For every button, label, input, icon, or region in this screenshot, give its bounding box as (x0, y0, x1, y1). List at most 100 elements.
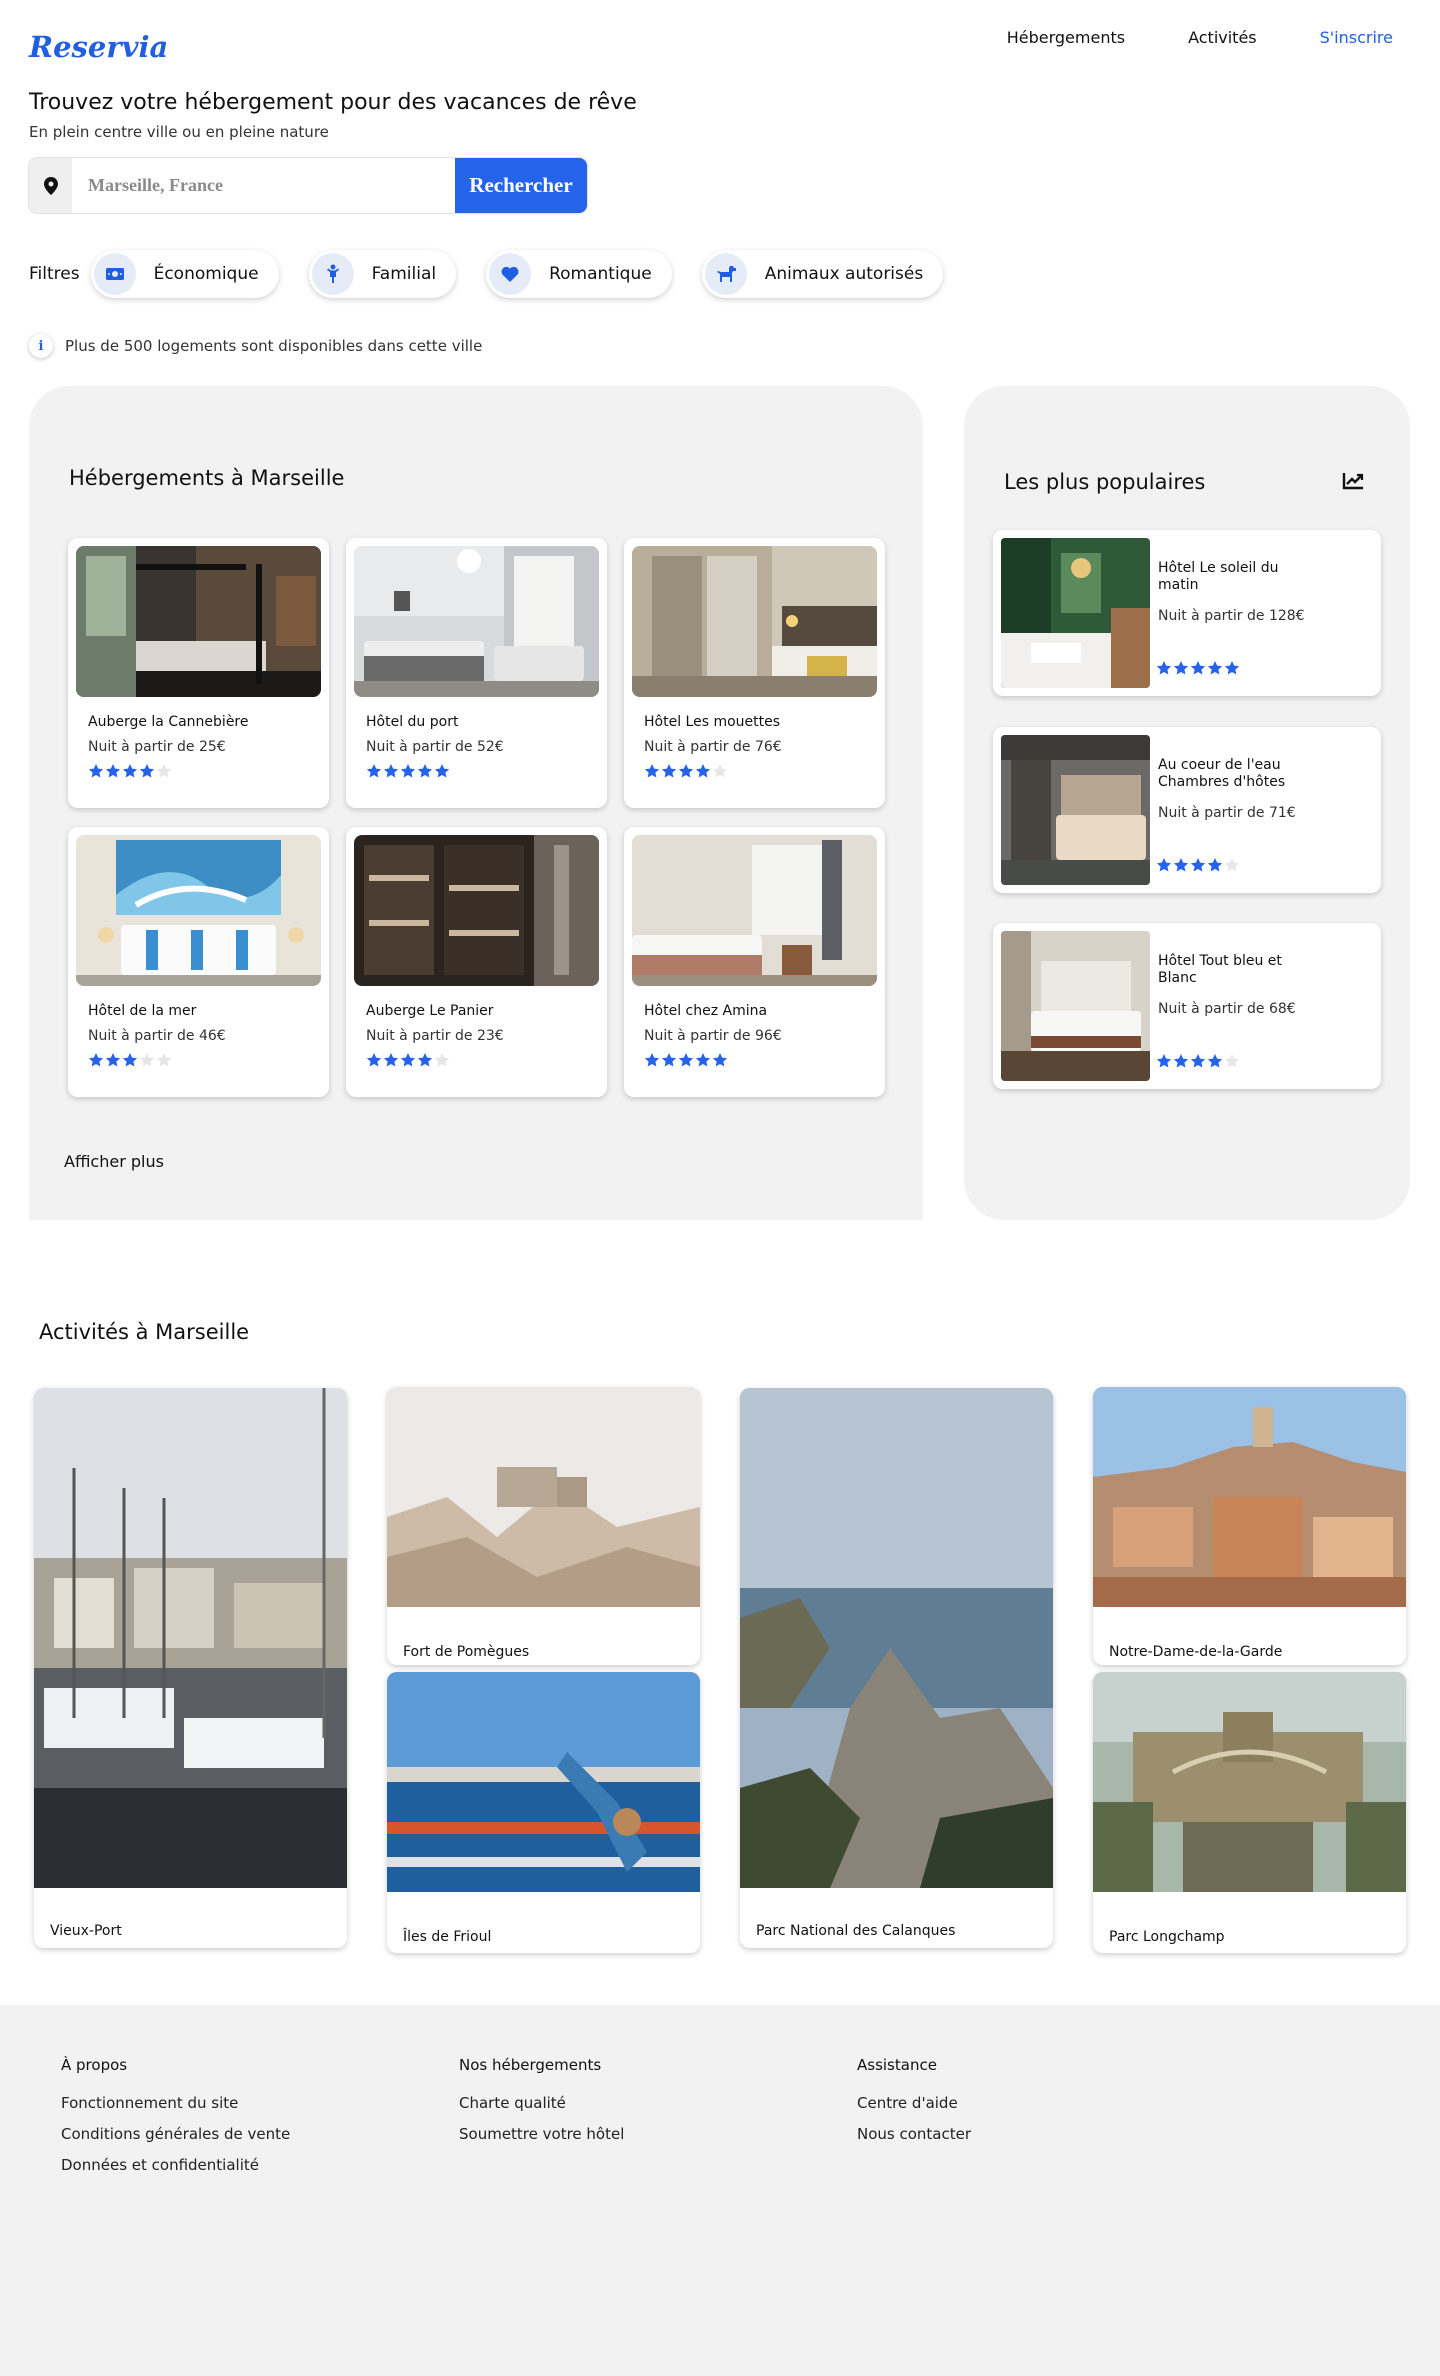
footer-link[interactable]: Fonctionnement du site (61, 2094, 290, 2112)
lodging-price: Nuit à partir de 23€ (366, 1028, 504, 1044)
lodging-card[interactable]: Hôtel du port Nuit à partir de 52€ (346, 538, 607, 808)
activity-name: Vieux-Port (50, 1923, 122, 1939)
activity-card[interactable]: Parc Longchamp (1093, 1672, 1406, 1953)
star-filled-icon (644, 764, 660, 778)
popular-card[interactable]: Hôtel Le soleil du matin Nuit à partir d… (993, 530, 1381, 696)
lodging-card[interactable]: Hôtel Les mouettes Nuit à partir de 76€ (624, 538, 885, 808)
lodging-name: Hôtel chez Amina (644, 1003, 768, 1019)
star-filled-icon (400, 1053, 416, 1067)
footer-heading: À propos (61, 2056, 128, 2074)
footer-col-assistance: Assistance Centre d'aide Nous contacter (857, 2056, 971, 2156)
rating-stars (644, 1052, 877, 1068)
filter-label: Animaux autorisés (764, 264, 924, 284)
popular-title: Les plus populaires (1004, 470, 1206, 494)
star-filled-icon (1224, 661, 1240, 675)
filter-familial[interactable]: Familial (308, 250, 457, 298)
star-empty-icon (1224, 858, 1240, 872)
search-bar: Rechercher (29, 158, 587, 213)
info-icon: i (29, 334, 53, 358)
popular-name: Hôtel Le soleil du matin (1158, 560, 1279, 593)
popular-card[interactable]: Hôtel Tout bleu et Blanc Nuit à partir d… (993, 923, 1381, 1089)
lodging-image (76, 546, 321, 697)
star-filled-icon (1190, 1054, 1206, 1068)
rating-stars (1156, 660, 1241, 676)
activity-card[interactable]: Vieux-Port (34, 1388, 347, 1948)
filter-economique[interactable]: Économique (90, 250, 279, 298)
lodging-card[interactable]: Auberge la Cannebière Nuit à partir de 2… (68, 538, 329, 808)
star-filled-icon (644, 1053, 660, 1067)
lodging-price: Nuit à partir de 76€ (644, 739, 782, 755)
rating-stars (1156, 857, 1241, 873)
popular-price: Nuit à partir de 128€ (1158, 608, 1305, 624)
nav-activites[interactable]: Activités (1188, 28, 1257, 47)
popular-name: Au coeur de l'eau Chambres d'hôtes (1158, 757, 1286, 790)
rating-stars (644, 763, 877, 779)
search-button[interactable]: Rechercher (455, 158, 587, 213)
footer-link[interactable]: Charte qualité (459, 2094, 624, 2112)
star-filled-icon (105, 764, 121, 778)
rating-stars (1156, 1053, 1241, 1069)
star-filled-icon (1207, 858, 1223, 872)
star-filled-icon (1173, 858, 1189, 872)
lodging-card[interactable]: Hôtel chez Amina Nuit à partir de 96€ (624, 827, 885, 1097)
footer-link[interactable]: Données et confidentialité (61, 2156, 290, 2174)
show-more-link[interactable]: Afficher plus (64, 1152, 164, 1171)
star-filled-icon (1207, 661, 1223, 675)
money-icon (93, 253, 136, 295)
star-filled-icon (1173, 661, 1189, 675)
star-filled-icon (366, 764, 382, 778)
lodging-price: Nuit à partir de 52€ (366, 739, 504, 755)
lodging-image (354, 546, 599, 697)
location-pin-icon (29, 158, 72, 213)
star-filled-icon (383, 1053, 399, 1067)
popular-card[interactable]: Au coeur de l'eau Chambres d'hôtes Nuit … (993, 727, 1381, 893)
trending-chart-icon (1342, 473, 1364, 490)
star-empty-icon (139, 1053, 155, 1067)
activity-card[interactable]: Parc National des Calanques (740, 1388, 1053, 1948)
search-input[interactable] (72, 158, 455, 213)
nav-hebergements[interactable]: Hébergements (1007, 28, 1125, 47)
star-filled-icon (417, 1053, 433, 1067)
lodging-name: Hôtel du port (366, 714, 459, 730)
filter-romantique[interactable]: Romantique (486, 250, 672, 298)
filter-label: Familial (371, 264, 437, 284)
lodging-name: Hôtel de la mer (88, 1003, 197, 1019)
star-filled-icon (366, 1053, 382, 1067)
footer-col-hebergements: Nos hébergements Charte qualité Soumettr… (459, 2056, 624, 2156)
activity-card[interactable]: Îles de Frioul (387, 1672, 700, 1953)
dog-icon (704, 253, 747, 295)
star-filled-icon (695, 764, 711, 778)
rating-stars (366, 1052, 599, 1068)
lodging-price: Nuit à partir de 96€ (644, 1028, 782, 1044)
activity-image (34, 1388, 347, 1892)
lodging-name: Auberge la Cannebière (88, 714, 249, 730)
filter-label: Économique (153, 264, 259, 284)
nav-signup[interactable]: S'inscrire (1320, 28, 1393, 47)
star-filled-icon (400, 764, 416, 778)
logo[interactable]: Reservia (29, 30, 168, 64)
activity-card[interactable]: Fort de Pomègues (387, 1387, 700, 1665)
footer-link[interactable]: Nous contacter (857, 2125, 971, 2143)
footer-heading: Assistance (857, 2056, 937, 2074)
star-empty-icon (156, 764, 172, 778)
footer-link[interactable]: Centre d'aide (857, 2094, 971, 2112)
footer-heading: Nos hébergements (459, 2056, 602, 2074)
info-banner: i Plus de 500 logements sont disponibles… (29, 334, 483, 358)
lodging-price: Nuit à partir de 46€ (88, 1028, 226, 1044)
rating-stars (88, 1052, 321, 1068)
star-filled-icon (661, 1053, 677, 1067)
footer-link[interactable]: Conditions générales de vente (61, 2125, 290, 2143)
popular-image (1001, 735, 1150, 885)
lodging-card[interactable]: Auberge Le Panier Nuit à partir de 23€ (346, 827, 607, 1097)
activity-image (387, 1387, 700, 1611)
rating-stars (366, 763, 599, 779)
activity-name: Notre-Dame-de-la-Garde (1109, 1644, 1283, 1660)
star-empty-icon (1224, 1054, 1240, 1068)
footer-link[interactable]: Soumettre votre hôtel (459, 2125, 624, 2143)
lodging-card[interactable]: Hôtel de la mer Nuit à partir de 46€ (68, 827, 329, 1097)
filter-animaux[interactable]: Animaux autorisés (701, 250, 944, 298)
star-filled-icon (1156, 661, 1172, 675)
activity-card[interactable]: Notre-Dame-de-la-Garde (1093, 1387, 1406, 1665)
lodging-name: Auberge Le Panier (366, 1003, 494, 1019)
star-filled-icon (1190, 858, 1206, 872)
